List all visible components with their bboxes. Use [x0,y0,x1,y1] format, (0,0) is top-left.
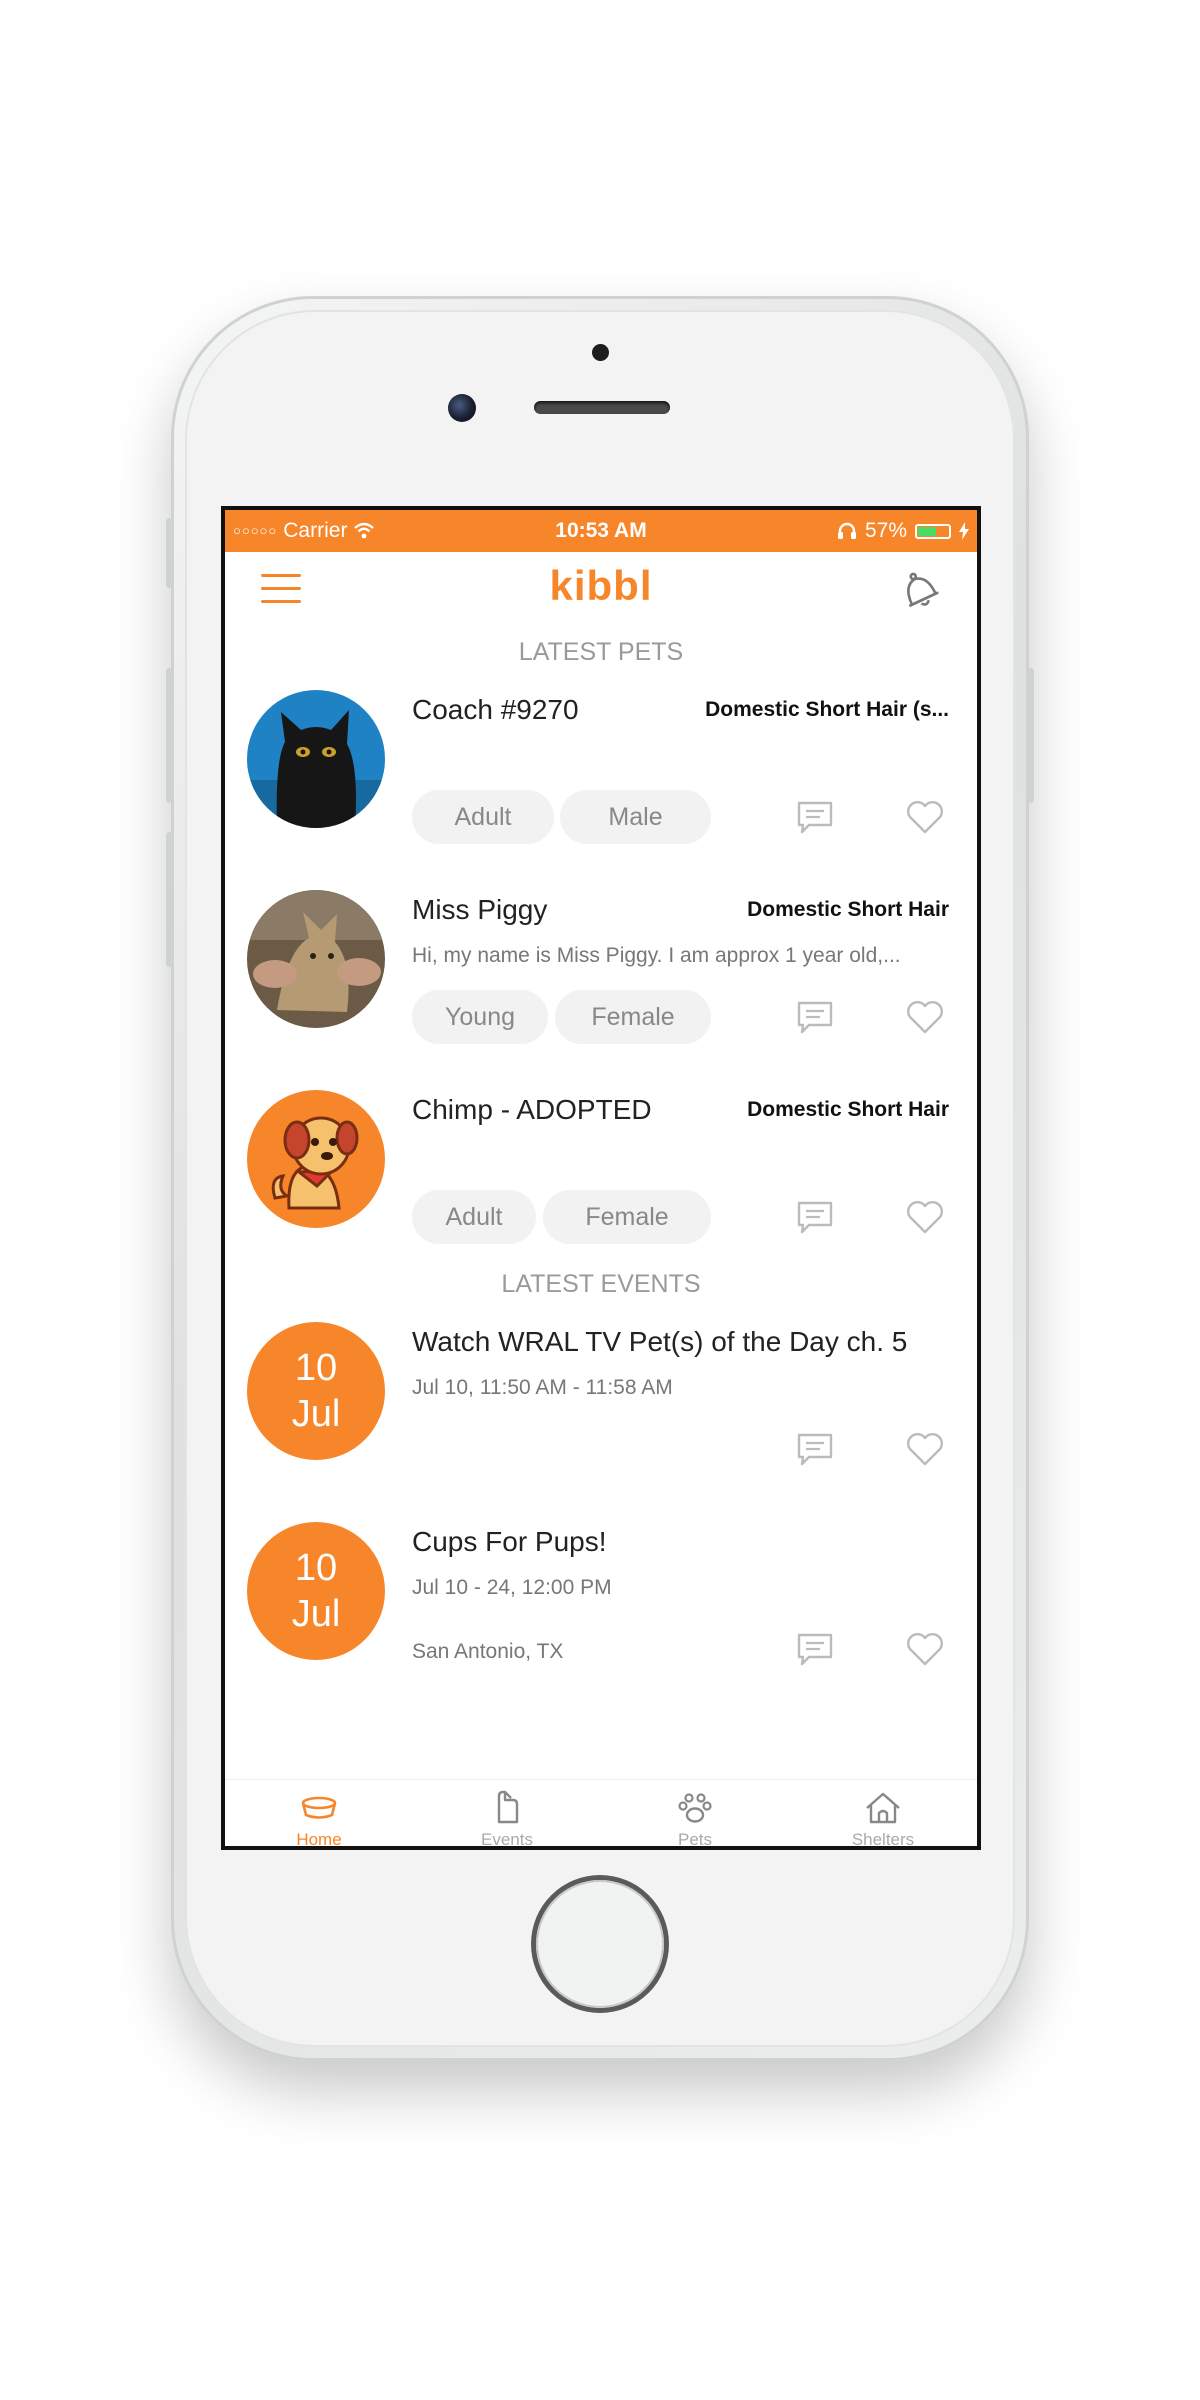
tab-label: Events [481,1830,533,1849]
pet-description: Hi, my name is Miss Piggy. I am approx 1… [412,944,901,967]
notification-bell-icon[interactable] [895,566,945,616]
power-button [1027,668,1034,803]
earpiece-speaker [534,401,670,414]
pet-breed: Domestic Short Hair (s... [705,698,949,721]
pet-sex-tag: Female [555,990,711,1044]
pet-name[interactable]: Chimp - ADOPTED [412,1094,652,1126]
tab-home[interactable]: Home [225,1780,413,1846]
pet-photo[interactable] [247,1090,385,1228]
headphones-icon [837,522,856,539]
nav-bar: kibbl [225,552,977,628]
pet-sex-tag: Female [543,1190,711,1244]
bottom-tab-bar: Home Events Pets Shelters [225,1779,977,1846]
battery-fill [918,526,937,536]
home-button[interactable] [536,1880,664,2008]
pet-age-tag: Adult [412,790,554,844]
tab-label: Pets [677,1830,713,1849]
status-right: 57% [837,510,969,552]
volume-down-button [166,832,173,967]
event-day: 10 [294,1547,338,1589]
favorite-heart-icon[interactable] [905,1629,945,1669]
events-icon [497,1790,519,1824]
comment-icon[interactable] [795,1429,835,1469]
house-icon [866,1792,900,1824]
pet-row[interactable]: Coach #9270 Domestic Short Hair (s... Ad… [225,676,977,876]
comment-icon[interactable] [795,1629,835,1669]
status-bar: ○○○○○ Carrier 10:53 AM 57% [225,510,977,552]
pet-sex-tag: Male [560,790,711,844]
pet-age-tag: Young [412,990,548,1044]
favorite-heart-icon[interactable] [905,997,945,1037]
battery-icon [915,523,951,539]
event-time: Jul 10 - 24, 12:00 PM [412,1576,612,1599]
event-row[interactable]: 10 Jul Cups For Pups! Jul 10 - 24, 12:00… [225,1508,977,1708]
event-location: San Antonio, TX [412,1640,564,1663]
comment-icon[interactable] [795,797,835,837]
front-camera [448,394,476,422]
volume-up-button [166,668,173,803]
tab-label: Shelters [851,1830,915,1849]
event-time: Jul 10, 11:50 AM - 11:58 AM [412,1376,673,1399]
pet-photo[interactable] [247,690,385,828]
event-title[interactable]: Cups For Pups! [412,1526,607,1558]
favorite-heart-icon[interactable] [905,1429,945,1469]
app-screen: ○○○○○ Carrier 10:53 AM 57% kibbl LATEST … [221,506,981,1850]
latest-pets-title: LATEST PETS [518,638,684,666]
comment-icon[interactable] [795,997,835,1037]
tab-events[interactable]: Events [413,1780,601,1846]
pet-photo[interactable] [247,890,385,1028]
event-month: Jul [291,1393,341,1435]
event-title[interactable]: Watch WRAL TV Pet(s) of the Day ch. 5 [412,1326,907,1358]
charging-bolt-icon [959,522,969,540]
pet-row[interactable]: Chimp - ADOPTED Domestic Short Hair Adul… [225,1076,977,1276]
mute-switch [166,518,173,588]
pet-age-tag: Adult [412,1190,536,1244]
bowl-icon [301,1796,337,1819]
pet-breed: Domestic Short Hair [747,1098,949,1121]
event-row[interactable]: 10 Jul Watch WRAL TV Pet(s) of the Day c… [225,1308,977,1508]
paw-icon [678,1793,712,1823]
favorite-heart-icon[interactable] [905,1197,945,1237]
event-day: 10 [294,1347,338,1389]
event-date-badge: 10 Jul [247,1322,385,1460]
app-logo: kibbl [549,562,653,609]
favorite-heart-icon[interactable] [905,797,945,837]
pet-row[interactable]: Miss Piggy Domestic Short Hair Hi, my na… [225,876,977,1076]
tab-shelters[interactable]: Shelters [789,1780,977,1846]
tab-label: Home [296,1830,342,1849]
comment-icon[interactable] [795,1197,835,1237]
tab-pets[interactable]: Pets [601,1780,789,1846]
battery-percent: 57% [864,519,907,542]
pet-name[interactable]: Miss Piggy [412,894,547,926]
pet-breed: Domestic Short Hair [747,898,949,921]
pet-name[interactable]: Coach #9270 [412,694,579,726]
event-date-badge: 10 Jul [247,1522,385,1660]
proximity-sensor [592,344,609,361]
event-month: Jul [291,1593,341,1635]
